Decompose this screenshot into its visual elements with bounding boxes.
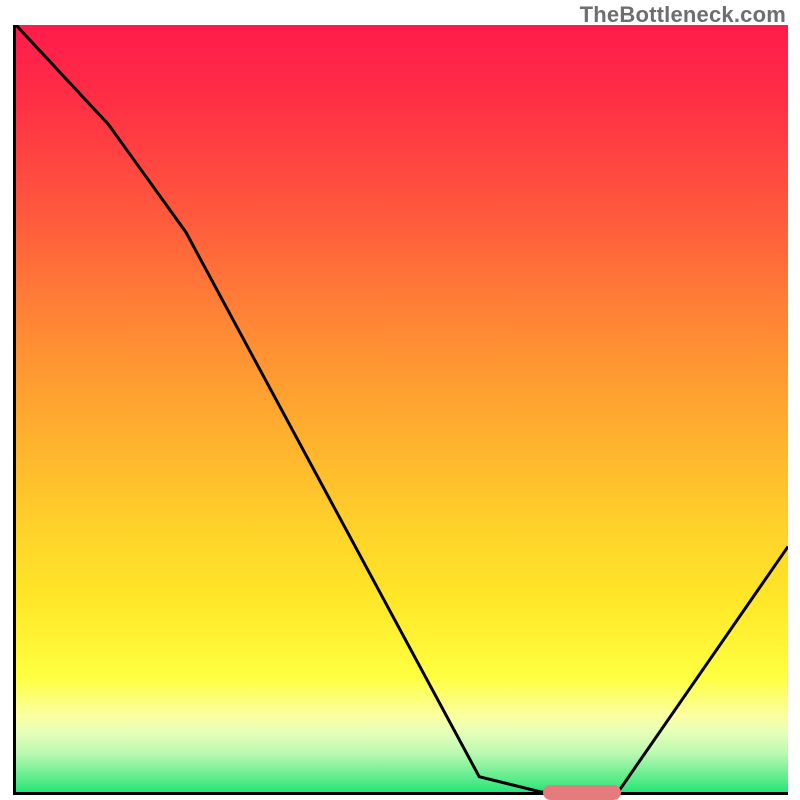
curve-line [16, 25, 788, 792]
chart-area [13, 25, 788, 795]
optimal-marker [543, 785, 621, 800]
chart-svg [16, 25, 788, 792]
